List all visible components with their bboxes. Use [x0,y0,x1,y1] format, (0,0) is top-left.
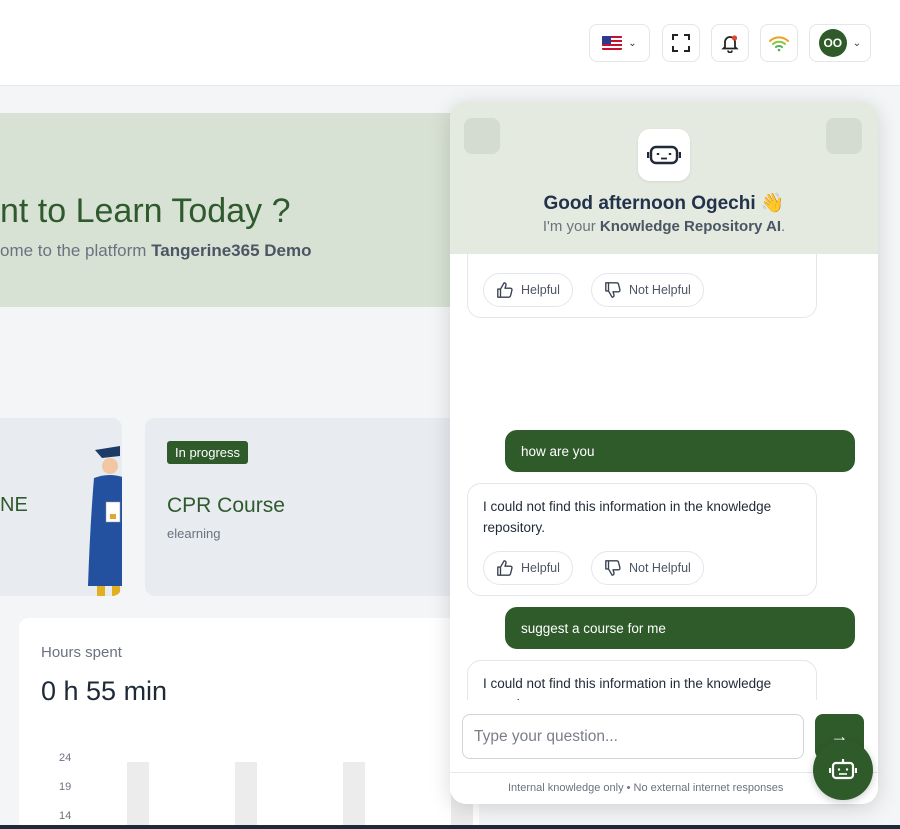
bot-message: I could not find this information in the… [467,660,817,700]
header-corner-button[interactable] [826,118,862,154]
chevron-down-icon: ⌄ [628,37,637,49]
chart-bar-background [235,762,257,829]
taskbar-edge [0,825,900,829]
course-card-title: NE [0,494,28,516]
fullscreen-button[interactable] [662,24,700,62]
course-title: CPR Course [167,494,285,517]
bell-icon [721,35,739,53]
bot-message: I could not find this information in the… [467,483,817,596]
platform-name: Tangerine365 Demo [151,241,312,260]
hours-spent-label: Hours spent [41,644,122,661]
course-type: elearning [167,526,221,541]
chat-header: Good afternoon Ogechi 👋 I'm your Knowled… [450,102,878,254]
bot-message: Helpful Not Helpful [467,254,817,318]
header-corner-button[interactable] [464,118,500,154]
y-tick-label: 19 [59,781,72,793]
welcome-title: nt to Learn Today ? [0,192,291,230]
fullscreen-icon [672,34,690,52]
thumbs-down-icon [605,560,621,576]
wifi-icon [769,36,789,52]
chat-intro: I'm your Knowledge Repository AI. [542,218,786,235]
assistant-launcher-button[interactable] [813,740,873,800]
chat-greeting: Good afternoon Ogechi 👋 [543,193,785,214]
chart-bar-background [343,762,365,829]
not-helpful-button[interactable]: Not Helpful [591,551,704,585]
user-menu[interactable]: OO ⌄ [809,24,871,62]
top-bar: ⌄ OO ⌄ [0,0,900,86]
notifications-button[interactable] [711,24,749,62]
language-selector[interactable]: ⌄ [589,24,650,62]
user-message: how are you [505,430,855,472]
course-card[interactable]: In progress CPR Course elearning [145,418,465,596]
y-tick-label: 24 [59,752,72,764]
user-message: suggest a course for me [505,607,855,649]
ai-chat-panel: Good afternoon Ogechi 👋 I'm your Knowled… [450,102,878,804]
chart-bar-background [127,762,149,829]
chat-messages[interactable]: Helpful Not Helpful how are you I could … [450,254,878,700]
thumbs-up-icon [497,282,513,298]
connection-status-button[interactable] [760,24,798,62]
chevron-down-icon: ⌄ [852,37,862,49]
thumbs-down-icon [605,282,621,298]
robot-icon [647,145,681,165]
us-flag-icon [602,36,623,50]
bot-message-text: I could not find this information in the… [483,499,772,535]
assistant-avatar [638,129,690,181]
helpful-button[interactable]: Helpful [483,551,573,585]
graduate-illustration [88,446,122,596]
y-tick-label: 14 [59,810,72,822]
disclaimer-note: Internal knowledge only • No external in… [508,782,784,794]
question-input[interactable] [462,714,804,759]
status-badge: In progress [167,441,249,464]
helpful-button[interactable]: Helpful [483,273,573,307]
avatar: OO [818,29,847,57]
thumbs-up-icon [497,560,513,576]
hours-spent-panel: Hours spent 0 h 55 min 24 19 14 [19,618,479,829]
robot-icon [829,759,857,780]
welcome-subtitle: ome to the platform Tangerine365 Demo [0,241,312,260]
not-helpful-button[interactable]: Not Helpful [591,273,704,307]
hours-spent-value: 0 h 55 min [41,676,168,706]
bot-message-text: I could not find this information in the… [483,676,772,700]
